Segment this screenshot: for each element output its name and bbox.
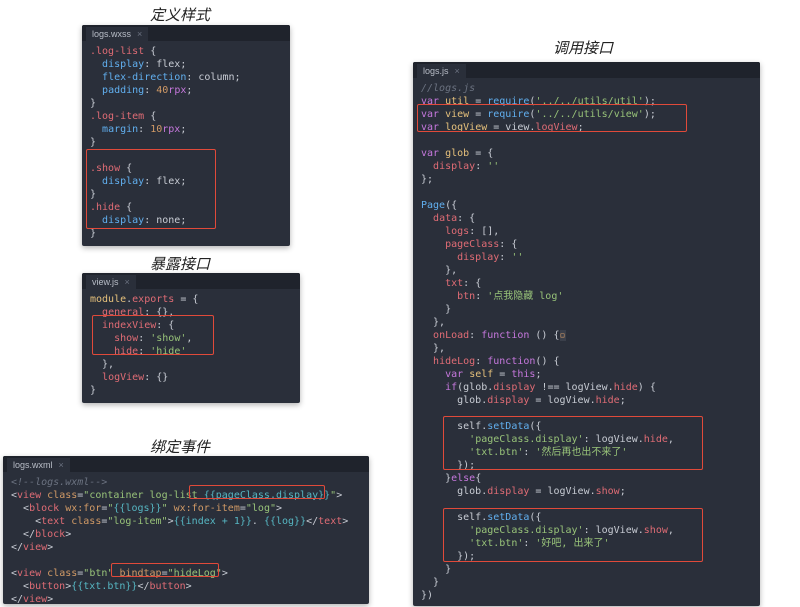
close-icon[interactable]: × bbox=[455, 66, 460, 76]
tab-logs-wxss[interactable]: logs.wxss × bbox=[86, 27, 148, 41]
editor-logs-js: logs.js × //logs.js var util = require('… bbox=[413, 62, 760, 606]
tabbar: logs.wxml × bbox=[3, 456, 369, 472]
tabbar: view.js × bbox=[82, 273, 300, 289]
tab-logs-js[interactable]: logs.js × bbox=[417, 64, 466, 78]
label-define-style: 定义样式 bbox=[150, 4, 210, 25]
code-area: <!--logs.wxml--> <view class="container … bbox=[3, 472, 369, 604]
editor-logs-wxml: logs.wxml × <!--logs.wxml--> <view class… bbox=[3, 456, 369, 604]
label-call-interface: 调用接口 bbox=[553, 37, 613, 58]
tab-label: logs.js bbox=[423, 66, 449, 76]
tab-logs-wxml[interactable]: logs.wxml × bbox=[7, 458, 70, 472]
code-area: module.exports = { general: {}, indexVie… bbox=[82, 289, 300, 403]
tab-view-js[interactable]: view.js × bbox=[86, 275, 136, 289]
label-bind-event: 绑定事件 bbox=[150, 436, 210, 457]
tab-label: logs.wxss bbox=[92, 29, 131, 39]
close-icon[interactable]: × bbox=[137, 29, 142, 39]
code-area: .log-list { display: flex; flex-directio… bbox=[82, 41, 290, 246]
tab-label: view.js bbox=[92, 277, 119, 287]
editor-view-js: view.js × module.exports = { general: {}… bbox=[82, 273, 300, 403]
tabbar: logs.wxss × bbox=[82, 25, 290, 41]
label-expose-interface: 暴露接口 bbox=[150, 253, 210, 274]
tabbar: logs.js × bbox=[413, 62, 760, 78]
code-area: //logs.js var util = require('../../util… bbox=[413, 78, 760, 606]
close-icon[interactable]: × bbox=[59, 460, 64, 470]
editor-logs-wxss: logs.wxss × .log-list { display: flex; f… bbox=[82, 25, 290, 246]
close-icon[interactable]: × bbox=[125, 277, 130, 287]
tab-label: logs.wxml bbox=[13, 460, 53, 470]
